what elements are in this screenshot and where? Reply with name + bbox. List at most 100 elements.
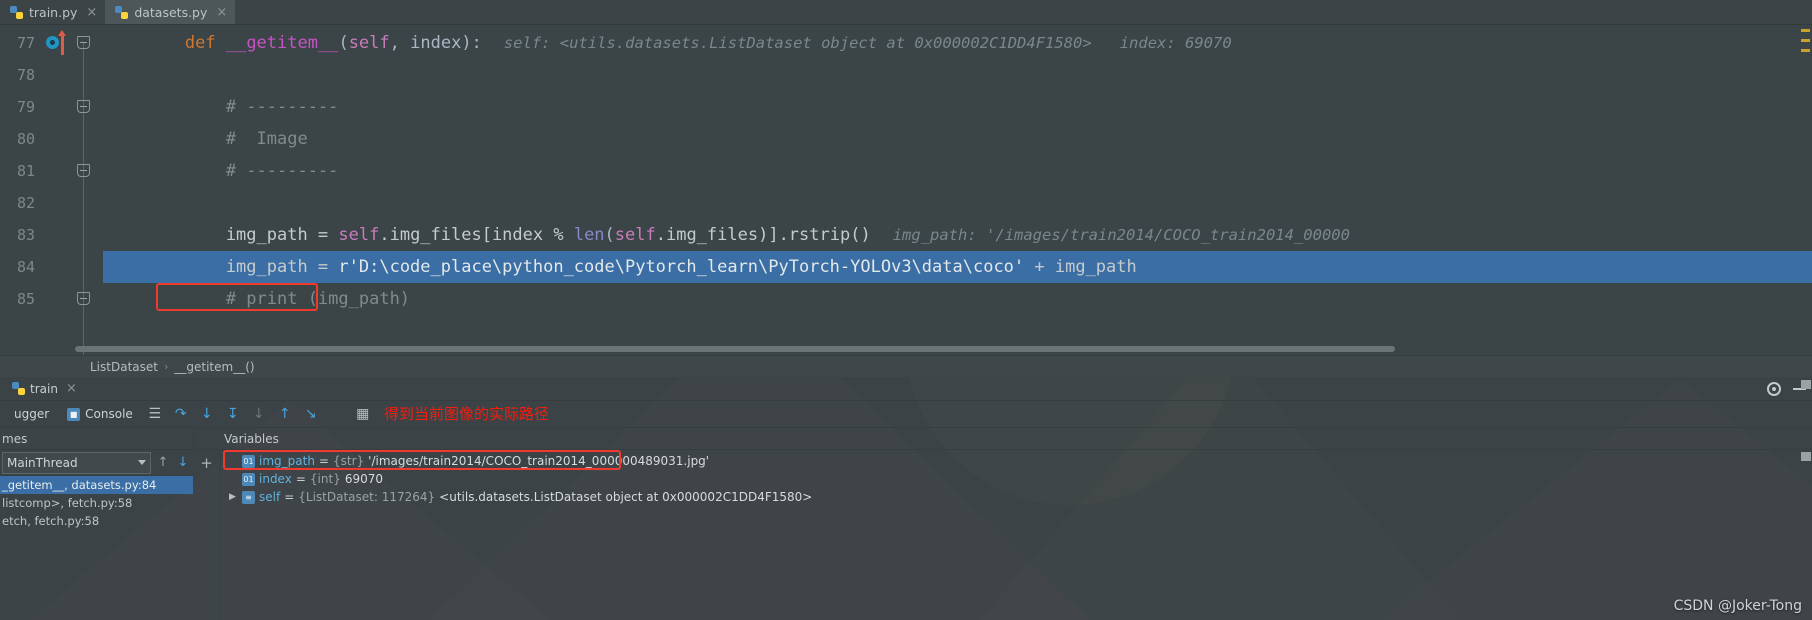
panel-marker-icon[interactable] bbox=[1801, 380, 1811, 389]
code-fold-icon[interactable] bbox=[77, 164, 90, 177]
variable-value: <utils.datasets.ListDataset object at 0x… bbox=[439, 490, 813, 504]
variable-row[interactable]: 01 img_path = {str} '/images/train2014/COCO_… bbox=[221, 452, 1812, 470]
line-number: 82 bbox=[16, 194, 35, 212]
gear-icon[interactable] bbox=[1767, 382, 1781, 396]
code-line[interactable]: img_path = self.img_files[index % len(se… bbox=[103, 219, 1812, 251]
disclosure-triangle-icon[interactable]: ▶ bbox=[227, 492, 238, 502]
code-token: r'D:\code_place\python_code\Pytorch_lear… bbox=[338, 257, 1025, 277]
editor-code-area[interactable]: def __getitem__(self, index): self: <util… bbox=[103, 25, 1812, 355]
editor-fold-column[interactable] bbox=[75, 25, 103, 355]
line-number: 78 bbox=[16, 66, 35, 84]
editor-tab-datasets-py[interactable]: datasets.py × bbox=[105, 0, 236, 24]
variable-row[interactable]: ▶ ≡ self = {ListDataset: 117264} <utils.datas… bbox=[221, 488, 1812, 506]
code-line[interactable] bbox=[103, 187, 1812, 219]
editor-tab-train-py[interactable]: train.py × bbox=[0, 0, 105, 24]
annotation-text-chinese: 得到当前图像的实际路径 bbox=[384, 405, 550, 423]
line-number: 80 bbox=[16, 130, 35, 148]
code-token: + img_path bbox=[1024, 257, 1137, 277]
thread-select[interactable]: MainThread bbox=[2, 451, 151, 474]
variables-list[interactable]: 01 img_path = {str} '/images/train2014/COCO_… bbox=[221, 450, 1812, 620]
code-line[interactable]: # --------- bbox=[103, 91, 1812, 123]
variables-body: + 01 img_path = {str} '/images/train2014/COC… bbox=[193, 450, 1812, 620]
code-line[interactable]: # print (img_path) bbox=[103, 283, 1812, 315]
code-fold-icon[interactable] bbox=[77, 100, 90, 113]
code-token: # --------- bbox=[103, 97, 339, 117]
add-watch-button[interactable]: + bbox=[200, 454, 213, 472]
variable-type-badge-icon: ≡ bbox=[242, 490, 255, 504]
step-out-icon[interactable]: ↓ bbox=[246, 401, 272, 428]
watermark: CSDN @Joker-Tong bbox=[1673, 598, 1802, 614]
code-token: __getitem__ bbox=[225, 33, 339, 53]
python-file-icon bbox=[115, 5, 129, 19]
debug-subtab-debugger[interactable]: ugger bbox=[0, 407, 58, 421]
evaluate-expression-icon[interactable]: ▦ bbox=[350, 401, 376, 428]
debug-panels: mes MainThread ↑ ↓ _getitem__, datasets.… bbox=[0, 428, 1812, 620]
right-edge-markers bbox=[1800, 380, 1812, 620]
code-line[interactable]: img_path = r'D:\code_place\python_code\P… bbox=[103, 251, 1812, 283]
code-token: , bbox=[389, 33, 411, 53]
code-fold-icon[interactable] bbox=[77, 36, 90, 49]
step-into-icon[interactable]: ↓ bbox=[194, 401, 220, 428]
code-line[interactable]: # Image bbox=[103, 123, 1812, 155]
variable-type: {int} bbox=[309, 472, 341, 486]
line-number: 77 bbox=[16, 34, 35, 52]
step-out-up-icon[interactable]: ↑ bbox=[272, 401, 298, 428]
thread-selector-row: MainThread ↑ ↓ bbox=[0, 450, 193, 476]
breadcrumb-item-method[interactable]: __getitem__() bbox=[174, 360, 254, 374]
frames-list[interactable]: _getitem__, datasets.py:84 listcomp>, fet… bbox=[0, 476, 193, 620]
force-step-into-icon[interactable]: ↧ bbox=[220, 401, 246, 428]
code-line[interactable] bbox=[103, 59, 1812, 91]
variable-name: self bbox=[259, 490, 281, 504]
code-line[interactable]: def __getitem__(self, index): self: <util… bbox=[103, 27, 1812, 59]
editor-tab-bar: train.py × datasets.py × bbox=[0, 0, 1812, 25]
code-token: .img_files[index % bbox=[379, 225, 574, 245]
variables-panel: Variables + 01 img_path = {str} '/images/tra… bbox=[193, 428, 1812, 620]
variables-header: Variables bbox=[193, 428, 1812, 450]
breadcrumb[interactable]: ListDataset › __getitem__() bbox=[0, 355, 1812, 377]
frame-list-item[interactable]: _getitem__, datasets.py:84 bbox=[0, 476, 193, 494]
debug-subtab-console[interactable]: ■ Console bbox=[58, 407, 142, 421]
panel-marker-icon[interactable] bbox=[1801, 452, 1811, 461]
close-icon[interactable]: × bbox=[216, 6, 227, 19]
thread-select-value: MainThread bbox=[7, 455, 78, 470]
code-token: self bbox=[348, 33, 390, 53]
breakpoint-icon[interactable] bbox=[46, 36, 59, 49]
separator-icon bbox=[324, 401, 350, 428]
frame-down-icon[interactable]: ↓ bbox=[173, 455, 193, 470]
chevron-down-icon bbox=[138, 460, 146, 465]
code-token: img_path = bbox=[103, 225, 339, 245]
variable-equals: = bbox=[318, 454, 329, 468]
variable-type-badge-icon: 01 bbox=[242, 454, 255, 468]
warning-marker[interactable] bbox=[1801, 39, 1810, 42]
show-execution-point-icon[interactable]: ☰ bbox=[142, 401, 168, 428]
run-to-cursor-icon[interactable]: ↘ bbox=[298, 401, 324, 428]
frame-list-item[interactable]: etch, fetch.py:58 bbox=[0, 512, 193, 530]
close-icon[interactable]: × bbox=[66, 382, 77, 395]
code-line[interactable]: # --------- bbox=[103, 155, 1812, 187]
variable-row[interactable]: 01 index = {int} 69070 bbox=[221, 470, 1812, 488]
debug-session-tab-train[interactable]: train × bbox=[4, 382, 85, 396]
frame-list-item[interactable]: listcomp>, fetch.py:58 bbox=[0, 494, 193, 512]
editor-marker-rail[interactable] bbox=[1798, 25, 1812, 355]
variable-type-badge-icon: 01 bbox=[242, 472, 255, 486]
frame-up-icon[interactable]: ↑ bbox=[153, 455, 173, 470]
editor-horizontal-scrollbar[interactable] bbox=[75, 346, 1782, 352]
variable-type: {ListDataset: 117264} bbox=[298, 490, 436, 504]
code-token: ( bbox=[604, 225, 615, 245]
editor-gutter[interactable]: 77 78 79 80 81 82 83 84 85 bbox=[0, 25, 75, 355]
code-token: ( bbox=[338, 33, 349, 53]
step-over-icon[interactable]: ↷ bbox=[168, 401, 194, 428]
code-token: len bbox=[573, 225, 605, 245]
editor-tab-label: datasets.py bbox=[134, 4, 208, 20]
code-token: self bbox=[338, 225, 380, 245]
warning-marker[interactable] bbox=[1801, 29, 1810, 32]
breadcrumb-item-class[interactable]: ListDataset bbox=[90, 360, 158, 374]
code-token: ): bbox=[461, 33, 482, 53]
code-editor[interactable]: 77 78 79 80 81 82 83 84 85 def __getitem__(self,… bbox=[0, 25, 1812, 355]
warning-marker[interactable] bbox=[1801, 49, 1810, 52]
line-number: 79 bbox=[16, 98, 35, 116]
close-icon[interactable]: × bbox=[86, 6, 97, 19]
scrollbar-thumb[interactable] bbox=[75, 346, 1395, 352]
code-fold-icon[interactable] bbox=[77, 292, 90, 305]
